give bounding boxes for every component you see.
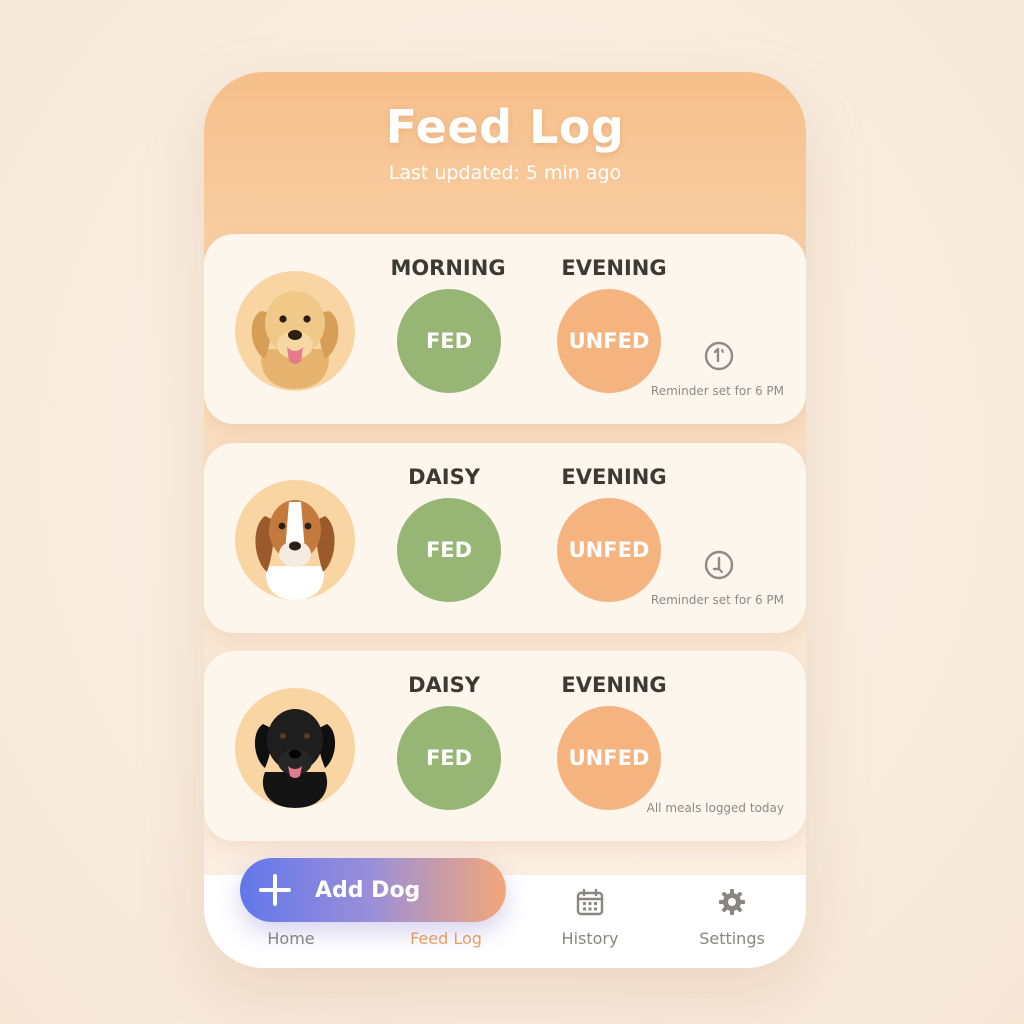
reminder-clock-icon[interactable]	[704, 550, 734, 580]
reminder-note: Reminder set for 6 PM	[650, 384, 784, 398]
reminder-note: Reminder set for 6 PM	[650, 593, 784, 607]
evening-label: EVENING	[561, 465, 667, 489]
nav-home-label: Home	[267, 929, 315, 948]
dog-avatar	[235, 271, 355, 391]
fed-status-button[interactable]: FED	[397, 289, 501, 393]
dog-feed-card[interactable]: DAISY FED EVENING UNFED All meals logged…	[204, 651, 806, 841]
unfed-status-button[interactable]: UNFED	[557, 289, 661, 393]
dog-name-label: DAISY	[408, 465, 480, 489]
unfed-status-button[interactable]: UNFED	[557, 498, 661, 602]
add-dog-button[interactable]: Add Dog	[240, 858, 506, 922]
evening-label: EVENING	[561, 673, 667, 697]
unfed-status-button[interactable]: UNFED	[557, 706, 661, 810]
page-title: Feed Log	[385, 100, 625, 154]
dog-name-label: DAISY	[408, 673, 480, 697]
calendar-icon	[576, 888, 604, 916]
nav-settings-label: Settings	[699, 929, 765, 948]
morning-label: MORNING	[390, 256, 506, 280]
reminder-clock-icon[interactable]	[704, 341, 734, 371]
fed-status-button[interactable]: FED	[397, 706, 501, 810]
evening-label: EVENING	[561, 256, 667, 280]
dog-avatar	[235, 688, 355, 808]
plus-icon	[259, 874, 291, 906]
dog-feed-card[interactable]: MORNING FED EVENING UNFED Reminder set f…	[204, 234, 806, 424]
nav-history-label: History	[561, 929, 619, 948]
all-meals-note: All meals logged today	[646, 801, 784, 815]
fed-status-button[interactable]: FED	[397, 498, 501, 602]
dog-avatar	[235, 480, 355, 600]
last-updated-text: Last updated: 5 min ago	[388, 162, 622, 184]
gear-icon	[719, 889, 745, 915]
nav-feed-log-label: Feed Log	[410, 929, 482, 948]
app-screen: Feed Log Last updated: 5 min ago MORNING…	[204, 72, 806, 968]
nav-settings[interactable]: Settings	[677, 887, 787, 948]
nav-history[interactable]: History	[535, 887, 645, 948]
add-dog-label: Add Dog	[315, 877, 421, 903]
dog-feed-card[interactable]: DAISY FED EVENING UNFED Reminder set for…	[204, 443, 806, 633]
